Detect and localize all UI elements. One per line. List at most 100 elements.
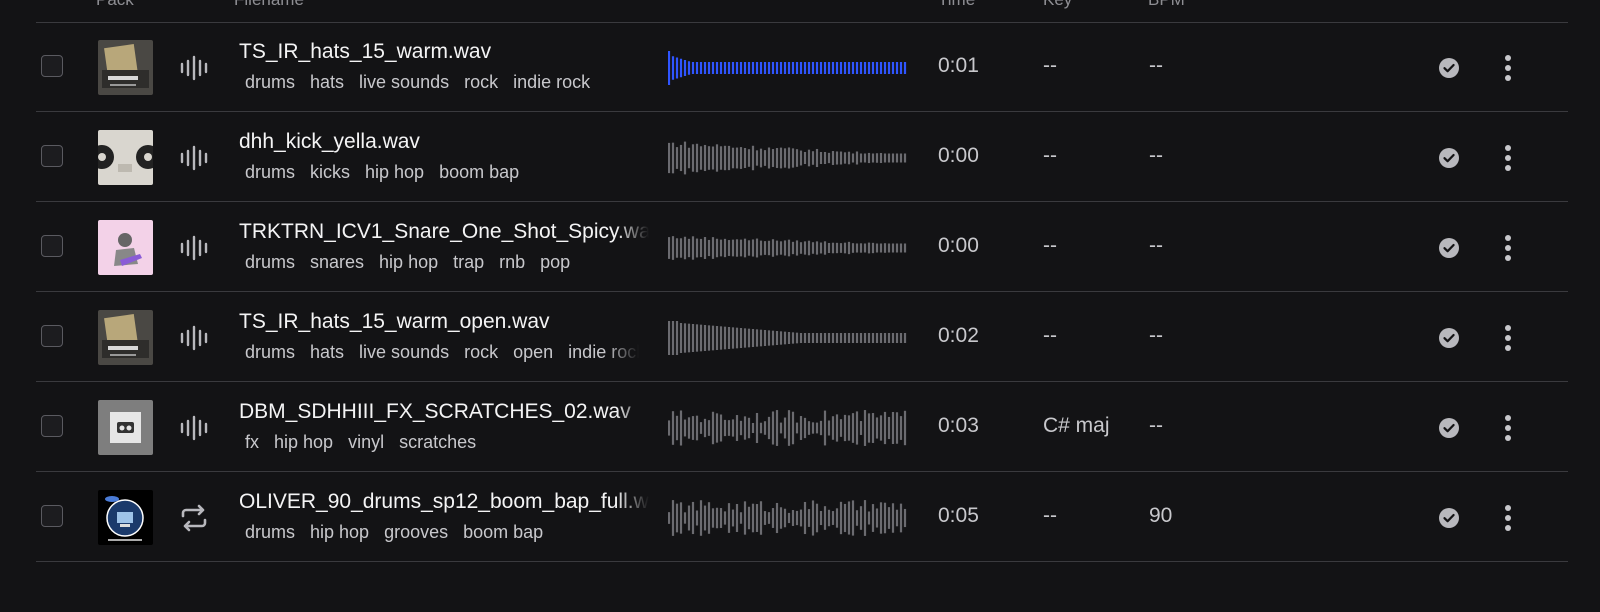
duration: 0:00	[938, 234, 979, 257]
tag[interactable]: kicks	[304, 162, 359, 183]
waveform-icon[interactable]	[178, 232, 210, 264]
tag[interactable]: trap	[447, 252, 493, 273]
musical-key: --	[1043, 324, 1057, 347]
waveform-icon[interactable]	[178, 142, 210, 174]
more-vertical-icon[interactable]	[1498, 413, 1518, 443]
tag[interactable]: pop	[534, 252, 579, 273]
sample-row[interactable]: TS_IR_hats_15_warm_open.wav drums hats live…	[36, 292, 1568, 382]
tag-list: drums hats live sounds rock indie rock	[239, 72, 639, 93]
filename[interactable]: OLIVER_90_drums_sp12_boom_bap_full.wav	[239, 490, 649, 514]
filename[interactable]: TS_IR_hats_15_warm_open.wav	[239, 310, 649, 334]
select-checkbox[interactable]	[41, 55, 63, 77]
check-circle-icon[interactable]	[1438, 327, 1460, 349]
waveform-icon[interactable]	[178, 52, 210, 84]
select-checkbox[interactable]	[41, 325, 63, 347]
tag[interactable]: live sounds	[353, 342, 458, 363]
duration: 0:01	[938, 54, 979, 77]
musical-key: --	[1043, 144, 1057, 167]
musical-key: C# maj	[1043, 414, 1110, 437]
duration: 0:02	[938, 324, 979, 347]
select-checkbox[interactable]	[41, 415, 63, 437]
tag[interactable]: hip hop	[359, 162, 433, 183]
filename[interactable]: TS_IR_hats_15_warm.wav	[239, 40, 649, 64]
tag[interactable]: drums	[239, 252, 304, 273]
waveform[interactable]	[667, 140, 908, 176]
more-vertical-icon[interactable]	[1498, 233, 1518, 263]
tag[interactable]: hats	[304, 342, 353, 363]
check-circle-icon[interactable]	[1438, 237, 1460, 259]
bpm-value: --	[1149, 324, 1163, 347]
sample-row[interactable]: DBM_SDHHIII_FX_SCRATCHES_02.wavfx hip hop…	[36, 382, 1568, 472]
pack-art-vinyl-cover[interactable]	[98, 40, 153, 95]
more-vertical-icon[interactable]	[1498, 323, 1518, 353]
tag-list: fx hip hop vinyl scratches	[239, 432, 639, 453]
tag[interactable]: rock	[458, 72, 507, 93]
waveform-icon[interactable]	[178, 322, 210, 354]
tag[interactable]: drums	[239, 72, 304, 93]
waveform[interactable]	[667, 230, 908, 266]
sample-row[interactable]: OLIVER_90_drums_sp12_boom_bap_full.wavdr…	[36, 472, 1568, 562]
tag[interactable]: hip hop	[268, 432, 342, 453]
tag[interactable]: grooves	[378, 522, 457, 543]
select-checkbox[interactable]	[41, 505, 63, 527]
waveform-icon[interactable]	[178, 412, 210, 444]
waveform[interactable]	[667, 410, 908, 446]
musical-key: --	[1043, 54, 1057, 77]
tag-list: drums hats live sounds rock open indie rock	[239, 342, 639, 363]
tag[interactable]: fx	[239, 432, 268, 453]
more-vertical-icon[interactable]	[1498, 503, 1518, 533]
tag-list: drums kicks hip hop boom bap	[239, 162, 639, 183]
sort-icon: ⌃	[1043, 0, 1052, 3]
tag[interactable]: drums	[239, 342, 304, 363]
bpm-value: 90	[1149, 504, 1173, 527]
tag[interactable]: rnb	[493, 252, 534, 273]
column-header: Pack Filename⌃ Time⌃ Key⌃ BPM⌃	[0, 0, 1600, 12]
musical-key: --	[1043, 504, 1057, 527]
select-checkbox[interactable]	[41, 145, 63, 167]
tag[interactable]: boom bap	[433, 162, 528, 183]
tag[interactable]: drums	[239, 162, 304, 183]
tag[interactable]: hip hop	[304, 522, 378, 543]
pack-art-pink[interactable]	[98, 220, 153, 275]
sort-icon: ⌃	[234, 0, 243, 3]
tag[interactable]: drums	[239, 522, 304, 543]
check-circle-icon[interactable]	[1438, 147, 1460, 169]
bpm-value: --	[1149, 54, 1163, 77]
sample-row[interactable]: TRKTRN_ICV1_Snare_One_Shot_Spicy.wavdrum…	[36, 202, 1568, 292]
tag[interactable]: hats	[304, 72, 353, 93]
check-circle-icon[interactable]	[1438, 417, 1460, 439]
select-checkbox[interactable]	[41, 235, 63, 257]
pack-art-boombox[interactable]	[98, 400, 153, 455]
check-circle-icon[interactable]	[1438, 507, 1460, 529]
sort-icon: ⌃	[1148, 0, 1157, 3]
tag[interactable]: scratches	[393, 432, 485, 453]
tag[interactable]: snares	[304, 252, 373, 273]
pack-art-tape[interactable]	[98, 130, 153, 185]
check-circle-icon[interactable]	[1438, 57, 1460, 79]
tag[interactable]: hip hop	[373, 252, 447, 273]
duration: 0:03	[938, 414, 979, 437]
filename[interactable]: dhh_kick_yella.wav	[239, 130, 649, 154]
tag[interactable]: rock	[458, 342, 507, 363]
waveform[interactable]	[667, 320, 908, 356]
sample-row[interactable]: TS_IR_hats_15_warm.wav drums hats live soun…	[36, 22, 1568, 112]
waveform[interactable]	[667, 500, 908, 536]
filename[interactable]: TRKTRN_ICV1_Snare_One_Shot_Spicy.wav	[239, 220, 649, 244]
tag[interactable]: open	[507, 342, 562, 363]
tag[interactable]: indie rock	[562, 342, 639, 363]
bpm-value: --	[1149, 144, 1163, 167]
more-vertical-icon[interactable]	[1498, 53, 1518, 83]
sample-row[interactable]: dhh_kick_yella.wav drums kicks hip hop boom …	[36, 112, 1568, 202]
loop-icon[interactable]	[178, 502, 210, 534]
pack-art-vinyl-cover[interactable]	[98, 310, 153, 365]
tag[interactable]: boom bap	[457, 522, 552, 543]
duration: 0:00	[938, 144, 979, 167]
tag[interactable]: vinyl	[342, 432, 393, 453]
pack-art-circle-logo[interactable]	[98, 490, 153, 545]
filename[interactable]: DBM_SDHHIII_FX_SCRATCHES_02.wav	[239, 400, 649, 424]
bpm-value: --	[1149, 414, 1163, 437]
waveform[interactable]	[667, 50, 908, 86]
more-vertical-icon[interactable]	[1498, 143, 1518, 173]
tag[interactable]: indie rock	[507, 72, 599, 93]
tag[interactable]: live sounds	[353, 72, 458, 93]
